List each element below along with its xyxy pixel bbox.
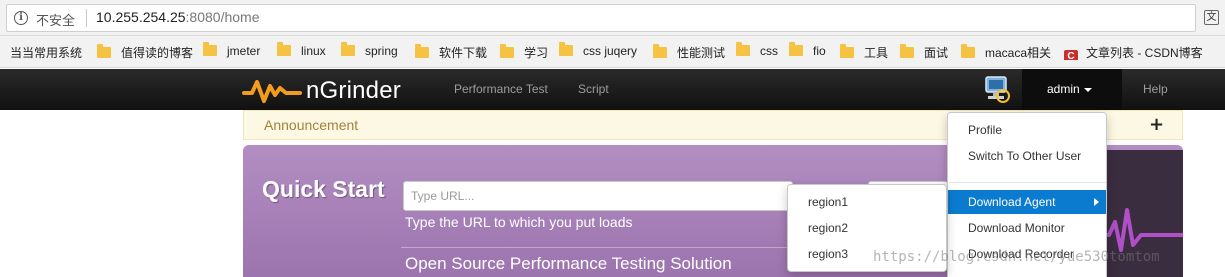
submenu-item-region1[interactable]: region1 [788,190,946,214]
bookmark-item[interactable]: 面试 [900,44,948,60]
url-hint: Type the URL to which you put loads [405,214,633,230]
separator [86,9,87,27]
csdn-icon: C [1064,50,1078,60]
folder-icon [277,42,291,56]
bookmark-item[interactable]: spring [341,42,398,60]
bookmark-label: 面试 [924,46,949,60]
bookmark-label: linux [301,44,326,58]
logo-text[interactable]: nGrinder [306,77,401,105]
bookmark-item[interactable]: C 文章列表 - CSDN博客 [1064,44,1224,60]
folder-icon [415,44,429,58]
folder-icon [500,44,514,58]
bookmark-label: jmeter [227,44,261,58]
info-icon[interactable]: i [14,11,28,25]
bookmark-label: macaca相关 [985,46,1052,60]
plus-icon[interactable]: + [1149,114,1164,135]
bookmark-label: fio [813,44,826,58]
nav-help[interactable]: Help [1143,82,1168,96]
bookmark-label: 软件下载 [439,46,488,60]
translate-icon[interactable]: 文 [1204,10,1219,25]
folder-icon [653,44,667,58]
monitor-icon[interactable] [980,74,1012,106]
bookmark-label: 性能测试 [677,46,726,60]
folder-icon [900,44,914,58]
menu-item-profile[interactable]: Profile [948,118,1106,142]
bookmark-item[interactable]: 值得读的博客 [97,44,193,60]
menu-item-label: Download Agent [968,195,1056,209]
bookmark-item[interactable]: 工具 [840,44,888,60]
bookmark-item[interactable]: 性能测试 [653,44,725,60]
bookmark-item[interactable]: fio [789,42,826,60]
admin-label[interactable]: admin [1047,82,1080,96]
menu-item-switch-user[interactable]: Switch To Other User [948,144,1106,168]
menu-divider [949,182,1106,183]
bookmark-item[interactable]: css juqery [559,42,638,60]
browser-address-bar: i 不安全 10.255.254.25:8080/home 文 [0,0,1225,36]
bookmark-item[interactable]: jmeter [203,42,261,60]
bookmark-label: css [760,44,778,58]
ngrinder-navbar: nGrinder Performance Test Script admin H… [0,69,1225,110]
bookmark-label: css juqery [583,44,638,58]
bookmark-item[interactable]: 当当常用系统 [10,44,82,60]
quick-start-title: Quick Start [262,176,385,202]
chevron-right-icon [1094,198,1099,206]
bookmark-item[interactable]: css [736,42,778,60]
folder-icon [559,42,573,56]
menu-item-download-agent[interactable]: Download Agent [948,190,1106,214]
chevron-down-icon [1084,88,1092,92]
url-path: :8080/home [185,9,260,25]
bookmark-label: 当当常用系统 [10,46,83,60]
folder-icon [840,44,854,58]
folder-icon [961,44,975,58]
folder-icon [97,44,111,58]
bookmark-label: 文章列表 - CSDN博客 [1086,46,1203,60]
solution-tagline: Open Source Performance Testing Solution [405,254,732,273]
ngrinder-logo-icon[interactable] [242,76,302,104]
folder-icon [341,42,355,56]
bookmark-label: spring [365,44,398,58]
nav-performance-test[interactable]: Performance Test [454,82,548,96]
bookmark-item[interactable]: 软件下载 [415,44,487,60]
bookmark-label: 值得读的博客 [121,46,194,60]
submenu-item-region2[interactable]: region2 [788,216,946,240]
bookmark-item[interactable]: macaca相关 [961,44,1051,60]
folder-icon [736,42,750,56]
watermark: https://blog.csdn.net/yue530tomtom [873,249,1160,265]
nav-script[interactable]: Script [578,82,609,96]
url-text[interactable]: 10.255.254.25:8080/home [96,9,259,25]
bookmarks-bar: 当当常用系统 值得读的博客 jmeter linux spring 软件下载 学… [0,36,1225,68]
screen: i 不安全 10.255.254.25:8080/home 文 当当常用系统 值… [0,0,1225,277]
bookmark-item[interactable]: 学习 [500,44,548,60]
insecure-label: 不安全 [36,14,76,29]
bookmark-label: 学习 [524,46,549,60]
announcement-title: Announcement [264,117,359,133]
url-host: 10.255.254.25 [96,9,186,25]
folder-icon [789,42,803,56]
folder-icon [203,42,217,56]
url-input[interactable] [403,181,793,211]
bookmark-item[interactable]: linux [277,42,326,60]
menu-item-download-monitor[interactable]: Download Monitor [948,216,1106,240]
bookmark-label: 工具 [864,46,889,60]
